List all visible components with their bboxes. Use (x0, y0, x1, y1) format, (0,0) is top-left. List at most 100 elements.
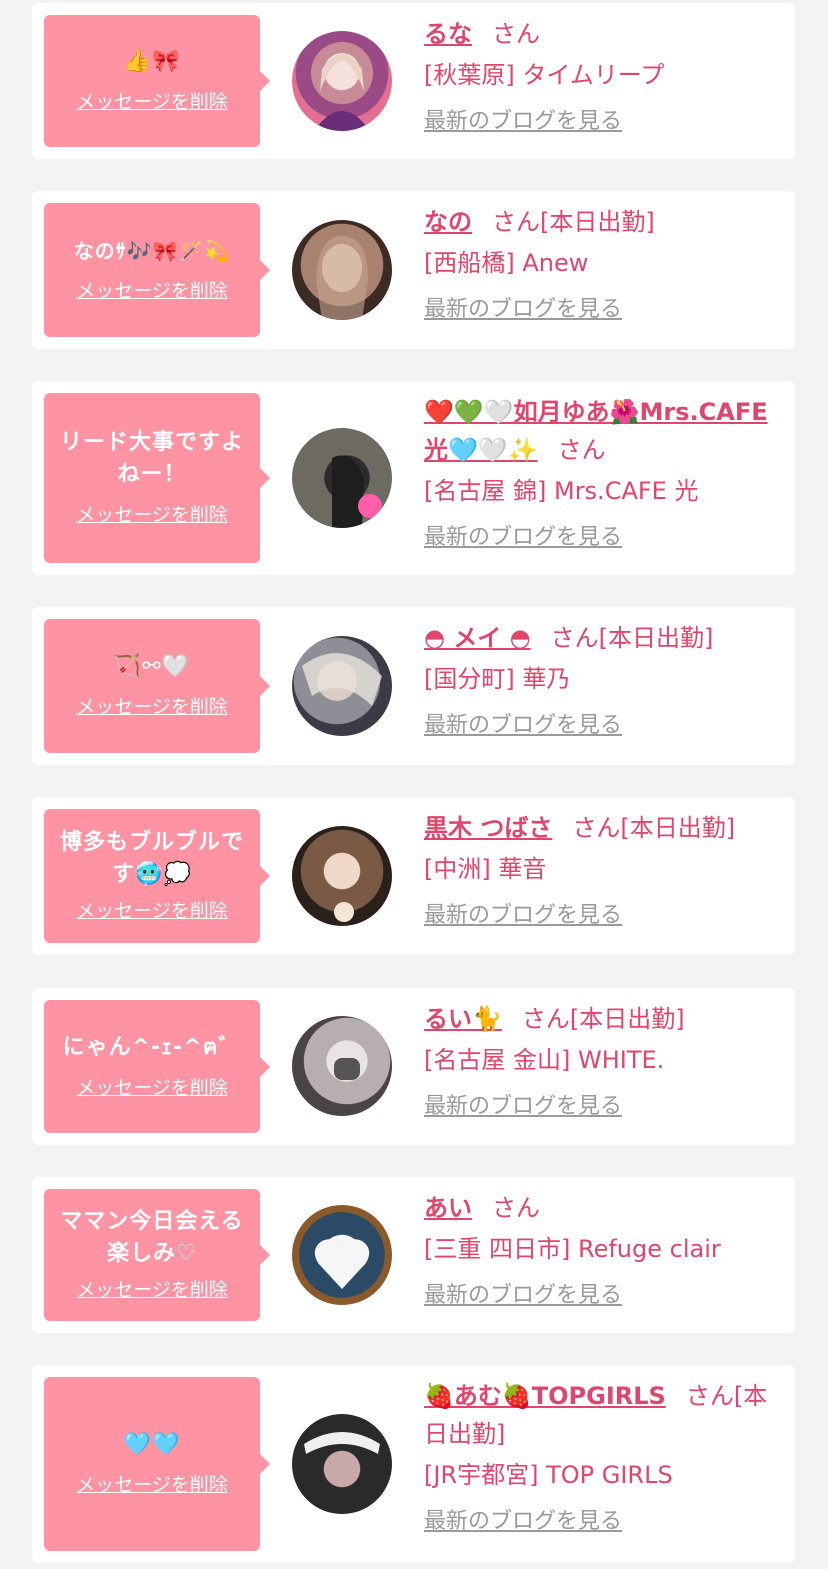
message-text: 🏹⚯🤍 (113, 654, 191, 679)
avatar-image (314, 53, 370, 131)
message-text: にゃん^-ｪ-^ฅ゛ (62, 1034, 242, 1060)
girl-info: るい🐈 さん[本日出勤] [名古屋 金山] WHITE. 最新のブログを見る (424, 1000, 783, 1122)
message-bubble: 🏹⚯🤍 メッセージを削除 (44, 619, 270, 753)
avatar[interactable] (292, 220, 392, 320)
delete-message-link[interactable]: メッセージを削除 (76, 501, 228, 529)
list-item: ママン今日会える楽しみ♡ メッセージを削除 あい さん [三重 四日市] Refu… (32, 1177, 795, 1333)
message-text: リード大事ですよねー！ (59, 430, 244, 487)
avatar[interactable] (292, 428, 392, 528)
message-bubble: ママン今日会える楽しみ♡ メッセージを削除 (44, 1189, 270, 1321)
honorific: さん (557, 436, 606, 464)
honorific: さん (492, 20, 540, 48)
girl-info: 🍓あむ🍓TOPGIRLS さん[本日出勤] [JR宇都宮] TOP GIRLS 最… (424, 1377, 783, 1537)
honorific: さん (521, 1005, 570, 1033)
girl-name-link[interactable]: なの (424, 208, 472, 236)
message-text: 博多もブルブルです🥶💭 (59, 830, 244, 887)
list-item: リード大事ですよねー！ メッセージを削除 ❤️💚🤍如月ゆあ🌺Mrs.CAFE光🩵… (32, 381, 795, 575)
message-bubble: リード大事ですよねー！ メッセージを削除 (44, 393, 270, 563)
avatar[interactable] (292, 1414, 392, 1514)
message-bubble: 🩵🩵 メッセージを削除 (44, 1377, 270, 1551)
name-line: ◓ メイ ◓ さん[本日出勤] (424, 619, 783, 657)
shop-label: [名古屋 金山] WHITE. (424, 1046, 665, 1074)
list-item: 博多もブルブルです🥶💭 メッセージを削除 黒木 つばさ さん[本日出勤] [中洲]… (32, 797, 795, 955)
name-line: るい🐈 さん[本日出勤] (424, 1000, 783, 1038)
avatar-image (332, 455, 382, 528)
latest-blog-link[interactable]: 最新のブログを見る (424, 107, 622, 137)
avatar-image (316, 236, 368, 320)
girl-info: ❤️💚🤍如月ゆあ🌺Mrs.CAFE光🩵🤍✨ さん [名古屋 錦] Mrs.CAFE… (424, 393, 783, 553)
list-item: なのｻ🎶🎀🪄💫 メッセージを削除 なの さん[本日出勤] [西船橋] Anew 最… (32, 191, 795, 349)
list-item: にゃん^-ｪ-^ฅ゛ メッセージを削除 るい🐈 さん[本日出勤] [名古屋 金山]… (32, 988, 795, 1145)
list-item: 👍🎀 メッセージを削除 るな さん [秋葉原] タイムリープ 最新のブログを見る (32, 3, 795, 159)
honorific: さん (492, 208, 540, 236)
girl-name-link[interactable]: あい (424, 1194, 472, 1222)
message-text: 👍🎀 (123, 49, 181, 74)
list-item: 🩵🩵 メッセージを削除 🍓あむ🍓TOPGIRLS さん[本日出勤] [JR宇都宮]… (32, 1365, 795, 1563)
girl-info: 黒木 つばさ さん[本日出勤] [中洲] 華音 最新のブログを見る (424, 809, 783, 931)
delete-message-link[interactable]: メッセージを削除 (76, 897, 228, 925)
shop-label: [三重 四日市] Refuge clair (424, 1235, 721, 1263)
latest-blog-link[interactable]: 最新のブログを見る (424, 1507, 622, 1537)
list-item: 🏹⚯🤍 メッセージを削除 ◓ メイ ◓ さん[本日出勤] [国分町] 華乃 最新の… (32, 607, 795, 765)
message-bubble: なのｻ🎶🎀🪄💫 メッセージを削除 (44, 203, 270, 337)
shop-label: [秋葉原] タイムリープ (424, 61, 665, 89)
message-bubble: 博多もブルブルです🥶💭 メッセージを削除 (44, 809, 270, 943)
shop-label: [中洲] 華音 (424, 855, 547, 883)
message-text: なのｻ🎶🎀🪄💫 (73, 239, 231, 263)
message-bubble: にゃん^-ｪ-^ฅ゛ メッセージを削除 (44, 1000, 270, 1133)
latest-blog-link[interactable]: 最新のブログを見る (424, 711, 622, 741)
status-tag: [本日出勤] (540, 208, 655, 236)
avatar-image (334, 1058, 360, 1080)
honorific: さん (685, 1382, 734, 1410)
delete-message-link[interactable]: メッセージを削除 (76, 88, 228, 116)
name-line: なの さん[本日出勤] (424, 203, 783, 241)
status-tag: [本日出勤] (569, 1005, 685, 1033)
shop-label: [国分町] 華乃 (424, 665, 571, 693)
avatar[interactable] (292, 31, 392, 131)
girl-name-link[interactable]: ◓ メイ ◓ (424, 624, 531, 652)
delete-message-link[interactable]: メッセージを削除 (76, 1471, 228, 1499)
latest-blog-link[interactable]: 最新のブログを見る (424, 1281, 622, 1311)
message-text: 🩵🩵 (123, 1432, 181, 1457)
latest-blog-link[interactable]: 最新のブログを見る (424, 1092, 622, 1122)
delete-message-link[interactable]: メッセージを削除 (76, 1276, 228, 1304)
avatar-image (304, 1432, 380, 1454)
avatar-image (302, 653, 382, 706)
honorific: さん (550, 624, 599, 652)
latest-blog-link[interactable]: 最新のブログを見る (424, 523, 622, 553)
avatar[interactable] (292, 826, 392, 926)
girl-info: なの さん[本日出勤] [西船橋] Anew 最新のブログを見る (424, 203, 783, 325)
shop-label: [名古屋 錦] Mrs.CAFE 光 (424, 477, 699, 505)
honorific: さん (572, 814, 621, 842)
delete-message-link[interactable]: メッセージを削除 (76, 693, 228, 721)
delete-message-link[interactable]: メッセージを削除 (76, 1074, 228, 1102)
name-line: あい さん (424, 1189, 783, 1227)
girl-info: ◓ メイ ◓ さん[本日出勤] [国分町] 華乃 最新のブログを見る (424, 619, 783, 741)
message-bubble: 👍🎀 メッセージを削除 (44, 15, 270, 147)
avatar[interactable] (292, 1205, 392, 1305)
girl-name-link[interactable]: るい🐈 (424, 1005, 502, 1033)
name-line: 🍓あむ🍓TOPGIRLS さん[本日出勤] (424, 1377, 783, 1453)
status-tag: [本日出勤] (620, 814, 736, 842)
name-line: るな さん (424, 15, 783, 53)
girl-info: あい さん [三重 四日市] Refuge clair 最新のブログを見る (424, 1189, 783, 1311)
avatar[interactable] (292, 636, 392, 736)
honorific: さん (492, 1194, 540, 1222)
latest-blog-link[interactable]: 最新のブログを見る (424, 901, 622, 931)
message-text: ママン今日会える楽しみ♡ (60, 1209, 244, 1266)
shop-label: [西船橋] Anew (424, 249, 589, 277)
delete-message-link[interactable]: メッセージを削除 (76, 277, 228, 305)
name-line: ❤️💚🤍如月ゆあ🌺Mrs.CAFE光🩵🤍✨ さん (424, 393, 783, 469)
avatar[interactable] (292, 1016, 392, 1116)
girl-name-link[interactable]: 黒木 つばさ (424, 814, 552, 842)
latest-blog-link[interactable]: 最新のブログを見る (424, 295, 622, 325)
avatar-image (334, 902, 354, 922)
girl-name-link[interactable]: 🍓あむ🍓TOPGIRLS (424, 1382, 666, 1410)
shop-label: [JR宇都宮] TOP GIRLS (424, 1461, 673, 1489)
girl-info: るな さん [秋葉原] タイムリープ 最新のブログを見る (424, 15, 783, 137)
message-list: 👍🎀 メッセージを削除 るな さん [秋葉原] タイムリープ 最新のブログを見る … (0, 0, 828, 1569)
name-line: 黒木 つばさ さん[本日出勤] (424, 809, 783, 847)
status-tag: [本日出勤] (598, 624, 714, 652)
avatar-image (314, 1239, 370, 1289)
girl-name-link[interactable]: るな (424, 20, 472, 48)
